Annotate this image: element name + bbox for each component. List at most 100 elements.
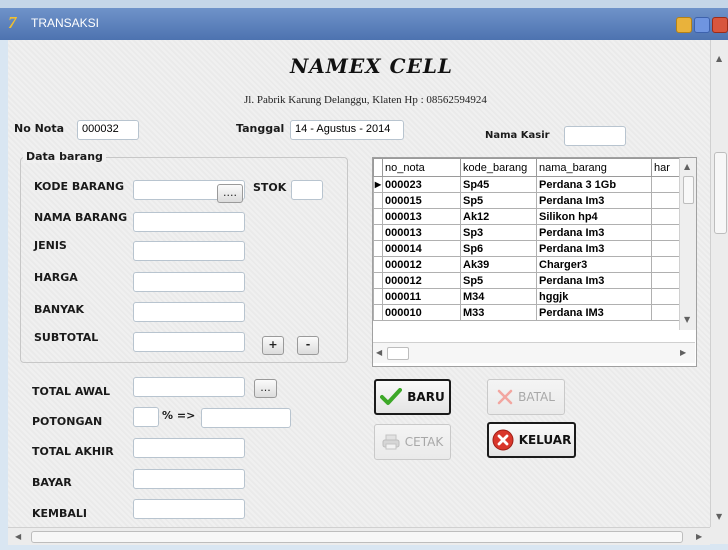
- potongan-field[interactable]: [201, 408, 291, 428]
- grid-cell[interactable]: Perdana 3 1Gb: [536, 176, 652, 193]
- row-indicator[interactable]: [373, 256, 383, 273]
- grid-cell[interactable]: 000013: [382, 224, 461, 241]
- window-hscroll[interactable]: ◀ ▶: [8, 527, 710, 545]
- row-indicator[interactable]: [373, 192, 383, 209]
- baru-button[interactable]: BARU: [374, 379, 451, 415]
- scroll-up-icon[interactable]: ▲: [716, 54, 722, 63]
- maximize-icon[interactable]: [694, 17, 710, 33]
- bayar-label: BAYAR: [32, 476, 72, 489]
- table-row[interactable]: 000010 M33 Perdana IM3: [373, 304, 686, 321]
- grid-cell[interactable]: Perdana Im3: [536, 192, 652, 209]
- grid-cell[interactable]: Silikon hp4: [536, 208, 652, 225]
- close-icon[interactable]: [712, 17, 728, 33]
- grid-col-header[interactable]: no_nota: [382, 158, 461, 177]
- grid-cell[interactable]: 000013: [382, 208, 461, 225]
- grid-cell[interactable]: hggjk: [536, 288, 652, 305]
- potongan-percent-field[interactable]: [133, 407, 159, 427]
- scroll-down-icon[interactable]: ▼: [716, 512, 722, 521]
- batal-button[interactable]: BATAL: [487, 379, 565, 415]
- table-row[interactable]: 000012 Ak39 Charger3: [373, 256, 686, 273]
- grid-cell[interactable]: 000010: [382, 304, 461, 321]
- grid-cell[interactable]: Perdana Im3: [536, 240, 652, 257]
- hitung-total-button[interactable]: ...: [254, 379, 277, 398]
- row-indicator[interactable]: [373, 224, 383, 241]
- kembali-field[interactable]: [133, 499, 245, 519]
- browse-barang-button[interactable]: ....: [217, 184, 243, 203]
- grid-cell[interactable]: 000011: [382, 288, 461, 305]
- keluar-button[interactable]: KELUAR: [487, 422, 576, 458]
- tanggal-field[interactable]: 14 - Agustus - 2014: [290, 120, 404, 140]
- grid-cell[interactable]: Sp5: [460, 192, 537, 209]
- grid-cell[interactable]: M33: [460, 304, 537, 321]
- grid-cell[interactable]: 000012: [382, 256, 461, 273]
- row-indicator[interactable]: [373, 304, 383, 321]
- grid-cell[interactable]: 000023: [382, 176, 461, 193]
- store-name: NAMEX CELL: [290, 54, 453, 78]
- kasir-label: Nama Kasir: [485, 130, 550, 141]
- row-indicator[interactable]: [373, 240, 383, 257]
- title-bar[interactable]: 7 TRANSAKSI: [0, 8, 728, 40]
- grid-col-header[interactable]: kode_barang: [460, 158, 537, 177]
- row-indicator[interactable]: [373, 272, 383, 289]
- grid-vscroll[interactable]: ▲ ▼: [679, 158, 696, 330]
- subtotal-field[interactable]: [133, 332, 245, 352]
- scroll-right-icon[interactable]: ▶: [680, 348, 686, 357]
- grid-cell[interactable]: Perdana IM3: [536, 304, 652, 321]
- bayar-field[interactable]: [133, 469, 245, 489]
- jenis-field[interactable]: [133, 241, 245, 261]
- grid-hscroll-thumb[interactable]: [387, 347, 409, 360]
- total-awal-field[interactable]: [133, 377, 245, 397]
- grid-cell[interactable]: Sp5: [460, 272, 537, 289]
- grid-cell[interactable]: Sp6: [460, 240, 537, 257]
- total-awal-label: TOTAL AWAL: [32, 385, 111, 398]
- printer-icon: [382, 434, 400, 450]
- scroll-down-icon[interactable]: ▼: [684, 315, 690, 324]
- window-hscroll-thumb[interactable]: [31, 531, 683, 543]
- harga-field[interactable]: [133, 272, 245, 292]
- row-indicator[interactable]: [373, 208, 383, 225]
- grid-cell[interactable]: Perdana Im3: [536, 272, 652, 289]
- grid-cell[interactable]: 000014: [382, 240, 461, 257]
- table-row[interactable]: ▶ 000023 Sp45 Perdana 3 1Gb: [373, 176, 686, 193]
- grid-vscroll-thumb[interactable]: [683, 176, 694, 204]
- kasir-field[interactable]: [564, 126, 626, 146]
- grid-cell[interactable]: Perdana Im3: [536, 224, 652, 241]
- grid-cell[interactable]: Ak39: [460, 256, 537, 273]
- transaction-grid[interactable]: no_nota kode_barang nama_barang har ▶ 000…: [372, 157, 697, 367]
- scroll-up-icon[interactable]: ▲: [684, 162, 690, 171]
- grid-table: no_nota kode_barang nama_barang har ▶ 000…: [373, 158, 686, 321]
- grid-cell[interactable]: 000015: [382, 192, 461, 209]
- row-indicator[interactable]: [373, 288, 383, 305]
- table-row[interactable]: 000013 Sp3 Perdana Im3: [373, 224, 686, 241]
- table-row[interactable]: 000013 Ak12 Silikon hp4: [373, 208, 686, 225]
- grid-cell[interactable]: 000012: [382, 272, 461, 289]
- no-nota-field[interactable]: 000032: [77, 120, 139, 140]
- grid-cell[interactable]: Sp45: [460, 176, 537, 193]
- scroll-left-icon[interactable]: ◀: [376, 348, 382, 357]
- scroll-left-icon[interactable]: ◀: [15, 532, 21, 541]
- cetak-button[interactable]: CETAK: [374, 424, 451, 460]
- grid-cell[interactable]: M34: [460, 288, 537, 305]
- table-row[interactable]: 000014 Sp6 Perdana Im3: [373, 240, 686, 257]
- window-vscroll[interactable]: ▲ ▼: [710, 40, 728, 527]
- grid-hscroll[interactable]: ◀ ▶: [373, 342, 695, 363]
- nama-barang-field[interactable]: [133, 212, 245, 232]
- banyak-field[interactable]: [133, 302, 245, 322]
- row-pointer-icon[interactable]: ▶: [373, 176, 383, 193]
- resize-grip-icon[interactable]: [710, 527, 728, 544]
- stok-field[interactable]: [291, 180, 323, 200]
- grid-cell[interactable]: Charger3: [536, 256, 652, 273]
- total-akhir-field[interactable]: [133, 438, 245, 458]
- table-row[interactable]: 000015 Sp5 Perdana Im3: [373, 192, 686, 209]
- grid-cell[interactable]: Ak12: [460, 208, 537, 225]
- minimize-icon[interactable]: [676, 17, 692, 33]
- table-row[interactable]: 000011 M34 hggjk: [373, 288, 686, 305]
- window-vscroll-thumb[interactable]: [714, 152, 727, 234]
- remove-item-button[interactable]: -: [297, 336, 319, 355]
- add-item-button[interactable]: +: [262, 336, 284, 355]
- grid-header-row: no_nota kode_barang nama_barang har: [373, 158, 686, 177]
- grid-cell[interactable]: Sp3: [460, 224, 537, 241]
- scroll-right-icon[interactable]: ▶: [696, 532, 702, 541]
- grid-col-header[interactable]: nama_barang: [536, 158, 652, 177]
- table-row[interactable]: 000012 Sp5 Perdana Im3: [373, 272, 686, 289]
